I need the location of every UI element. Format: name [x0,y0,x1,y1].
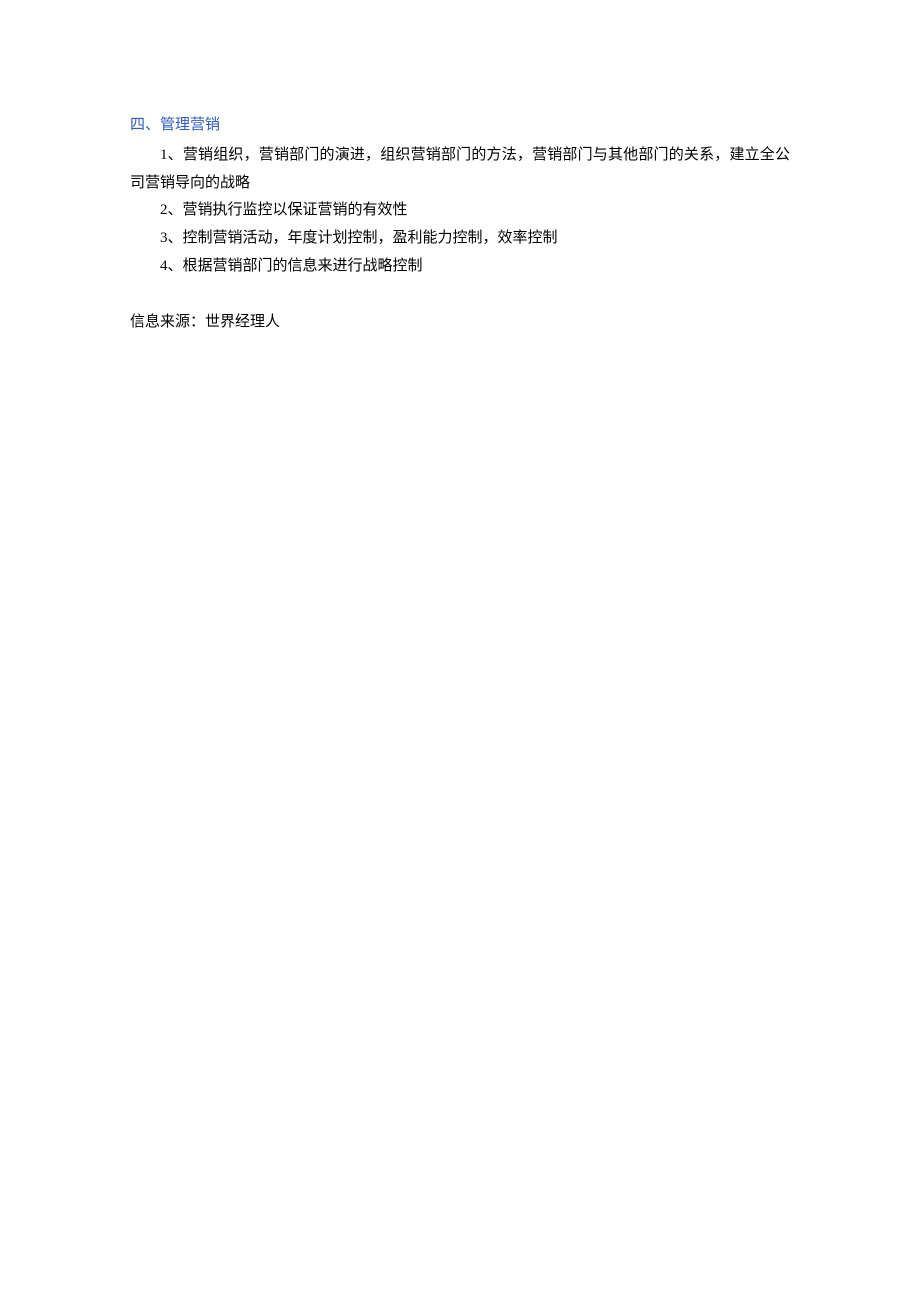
paragraph-1: 1、营销组织，营销部门的演进，组织营销部门的方法，营销部门与其他部门的关系，建立… [130,142,790,198]
paragraph-2: 2、营销执行监控以保证营销的有效性 [130,197,790,225]
section-heading: 四、管理营销 [130,112,790,140]
source-line: 信息来源：世界经理人 [130,309,790,337]
paragraph-4: 4、根据营销部门的信息来进行战略控制 [130,253,790,281]
paragraph-1-text: 1、营销组织，营销部门的演进，组织营销部门的方法，营销部门与其他部门的关系，建立… [130,147,790,191]
paragraph-3: 3、控制营销活动，年度计划控制，盈利能力控制，效率控制 [130,225,790,253]
